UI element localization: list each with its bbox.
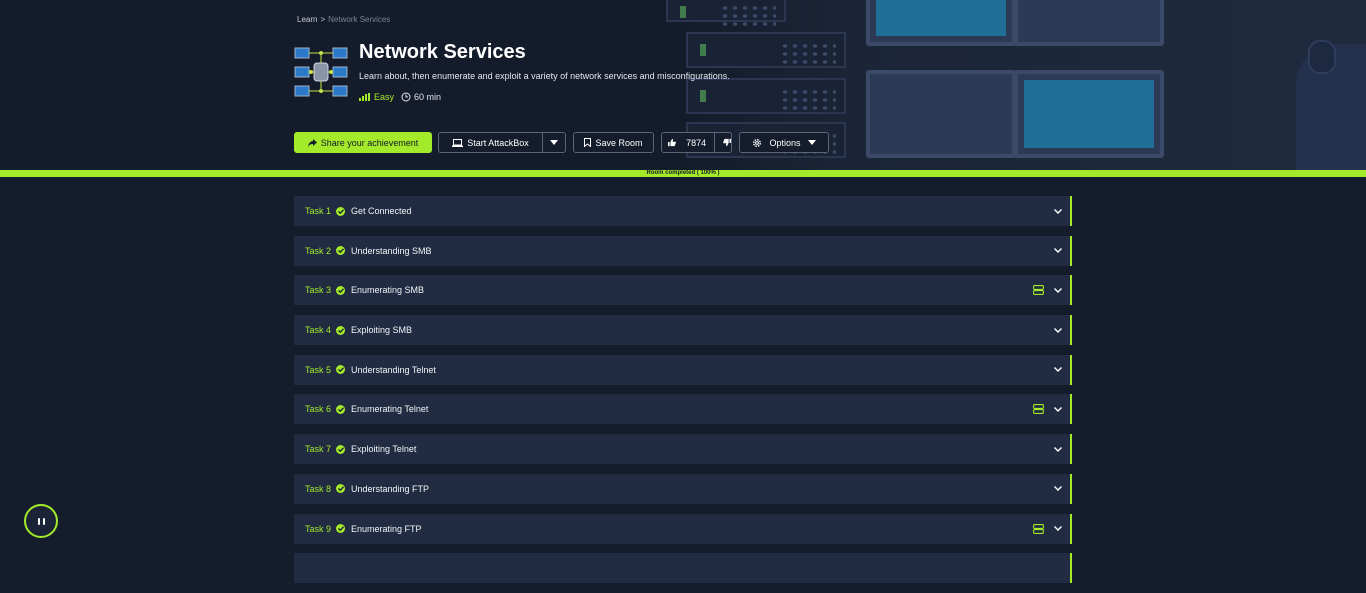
breadcrumb: Learn > Network Services [297,15,390,24]
check-circle-icon [336,524,345,533]
task-list: Task 1 Get Connected Task 2 Understandin… [294,196,1072,593]
room-description: Learn about, then enumerate and exploit … [359,71,730,81]
chevron-down-icon[interactable] [1054,526,1062,531]
breadcrumb-current: Network Services [328,15,391,24]
check-circle-icon [336,365,345,375]
task-number: Task 9 [305,523,332,534]
task-title: Enumerating FTP [351,523,422,534]
thumbs-down-icon[interactable] [723,138,731,147]
check-circle-icon [336,206,345,216]
room-progress-label: Room completed ( 100% ) [646,170,720,176]
task-row[interactable]: Task 8 Understanding FTP [294,473,1072,504]
options-label: Options [769,137,801,148]
task-row[interactable]: Task 1 Get Connected [294,196,1072,226]
duration-label: 60 min [414,92,442,102]
room-banner: Learn > Network Services Network Services … [0,0,1366,170]
duration: 60 min [401,92,441,102]
task-number: Task 5 [305,364,332,375]
server-icon [1033,285,1044,296]
caret-down-icon [550,140,558,145]
person-illustration [1296,40,1366,170]
breadcrumb-separator: > [320,15,326,24]
chevron-down-icon[interactable] [1054,367,1062,373]
task-row[interactable]: Task 2 Understanding SMB [294,235,1072,266]
check-circle-icon [336,444,345,454]
task-row[interactable]: Task 6 Enumerating Telnet [294,394,1072,425]
task-number: Task 1 [305,206,332,216]
task-title: Enumerating Telnet [351,404,429,415]
thumbs-up-icon[interactable] [668,138,676,147]
share-achievement-button[interactable]: Share your achievement [294,132,432,153]
task-number: Task 8 [305,483,332,494]
network-icon [294,47,348,97]
vote-divider [714,133,715,152]
difficulty-label: Easy [374,92,395,102]
check-circle-icon [336,325,345,335]
task-title: Enumerating SMB [351,285,425,296]
task-title: Get Connected [351,206,412,216]
task-title: Understanding Telnet [351,364,436,375]
task-row[interactable]: Task 4 Exploiting SMB [294,315,1072,346]
task-title: Exploiting SMB [351,325,413,336]
check-circle-icon [336,246,345,256]
task-row[interactable] [294,553,1072,584]
chevron-down-icon[interactable] [1054,287,1062,293]
attackbox-label: Start AttackBox [467,137,529,148]
check-circle-icon [336,285,345,295]
signal-bars-icon [359,93,370,101]
task-number: Task 6 [305,404,332,415]
breadcrumb-learn[interactable]: Learn [297,15,317,24]
caret-down-icon [807,140,816,145]
check-circle-icon [336,404,345,414]
task-number: Task 2 [305,245,332,256]
task-row[interactable]: Task 9 Enumerating FTP [294,513,1072,544]
vote-count: 7874 [686,137,707,148]
chevron-down-icon[interactable] [1054,208,1062,214]
vote-group: 7874 [661,132,732,153]
chevron-down-icon[interactable] [1054,327,1062,333]
check-circle-icon [336,484,345,494]
start-attackbox-button[interactable]: Start AttackBox [438,132,543,153]
save-room-label: Save Room [595,137,643,148]
laptop-icon [452,138,464,147]
task-title: Exploiting Telnet [351,444,417,455]
options-button[interactable]: Options [739,132,829,153]
gear-icon [753,138,762,147]
task-number: Task 4 [305,325,332,336]
server-icon [1033,523,1044,534]
page-title: Network Services [359,41,526,63]
task-title: Understanding SMB [351,245,432,256]
share-icon [307,138,317,147]
task-row[interactable]: Task 3 Enumerating SMB [294,275,1072,306]
difficulty-badge: Easy [359,92,394,102]
task-number: Task 3 [305,285,332,296]
pause-button[interactable] [24,504,58,538]
task-title: Understanding FTP [351,483,430,494]
attackbox-dropdown-button[interactable] [542,132,566,153]
task-number: Task 7 [305,444,332,455]
clock-icon [401,92,411,102]
chevron-down-icon[interactable] [1054,486,1062,492]
bookmark-icon [584,138,592,147]
chevron-down-icon[interactable] [1054,446,1062,452]
server-icon [1033,404,1044,415]
task-row[interactable]: Task 7 Exploiting Telnet [294,434,1072,465]
task-row[interactable]: Task 5 Understanding Telnet [294,354,1072,385]
chevron-down-icon[interactable] [1054,406,1062,412]
save-room-button[interactable]: Save Room [573,132,654,153]
share-label: Share your achievement [320,137,419,148]
room-meta: Easy 60 min [359,92,441,102]
pause-icon [37,517,45,525]
chevron-down-icon[interactable] [1054,248,1062,254]
